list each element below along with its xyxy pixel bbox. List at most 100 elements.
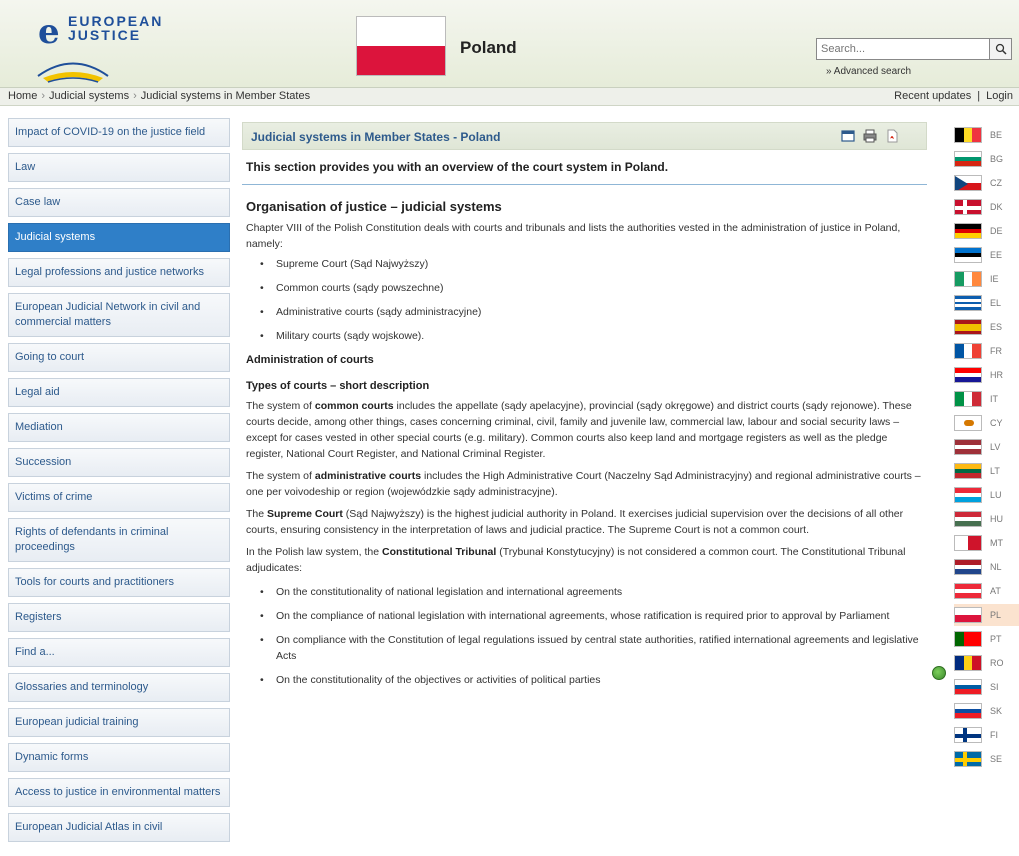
flag-item-bg[interactable]: BG [954,148,1019,170]
flag-mt-icon [954,535,982,551]
flag-code-label: CY [990,418,1003,428]
european-justice-logo[interactable]: e EUROPEAN JUSTICE [28,8,161,84]
flag-item-be[interactable]: BE [954,124,1019,146]
list-item: On compliance with the Constitution of l… [260,632,927,664]
breadcrumb-home[interactable]: Home [8,90,37,102]
sidebar-item-going-to-court[interactable]: Going to court [8,343,230,372]
flag-item-ee[interactable]: EE [954,244,1019,266]
logo-line2: JUSTICE [68,27,142,43]
breadcrumb-judicial-systems[interactable]: Judicial systems [49,90,129,102]
flag-code-label: PL [990,610,1002,620]
sidebar-item-dynamic-forms[interactable]: Dynamic forms [8,743,230,772]
current-country-marker-icon [932,666,946,680]
flag-item-nl[interactable]: NL [954,556,1019,578]
flag-ee-icon [954,247,982,263]
paragraph-constitutional-tribunal: In the Polish law system, the Constituti… [242,544,927,576]
sidebar-item-legal-aid[interactable]: Legal aid [8,378,230,407]
top-links: Recent updates | Login [894,90,1013,102]
flag-item-sk[interactable]: SK [954,700,1019,722]
flag-code-label: BE [990,130,1003,140]
flag-item-ie[interactable]: IE [954,268,1019,290]
flag-item-dk[interactable]: DK [954,196,1019,218]
flag-lu-icon [954,487,982,503]
tribunal-list: On the constitutionality of national leg… [242,584,927,688]
flag-code-label: MT [990,538,1003,548]
text-span: The system of [246,400,315,412]
flag-dk-icon [954,199,982,215]
flag-item-lv[interactable]: LV [954,436,1019,458]
flag-item-ro[interactable]: RO [954,652,1019,674]
sidebar-item-training[interactable]: European judicial training [8,708,230,737]
sidebar-item-defendants-rights[interactable]: Rights of defendants in criminal proceed… [8,518,230,562]
flag-si-icon [954,679,982,695]
sidebar-item-glossaries[interactable]: Glossaries and terminology [8,673,230,702]
flag-code-label: SE [990,754,1003,764]
sidebar-item-case-law[interactable]: Case law [8,188,230,217]
recent-updates-link[interactable]: Recent updates [894,90,971,102]
search-icon [995,43,1007,55]
flag-code-label: EE [990,250,1003,260]
sidebar-item-environment[interactable]: Access to justice in environmental matte… [8,778,230,807]
flag-item-si[interactable]: SI [954,676,1019,698]
flag-item-at[interactable]: AT [954,580,1019,602]
flag-item-el[interactable]: EL [954,292,1019,314]
poland-flag-banner [356,16,446,76]
courts-list: Supreme Court (Sąd Najwyższy) Common cou… [242,256,927,344]
flag-item-pt[interactable]: PT [954,628,1019,650]
flag-item-cy[interactable]: CY [954,412,1019,434]
sidebar-item-mediation[interactable]: Mediation [8,413,230,442]
flag-code-label: SI [990,682,999,692]
flag-item-lt[interactable]: LT [954,460,1019,482]
sidebar-item-registers[interactable]: Registers [8,603,230,632]
sidebar-item-find[interactable]: Find a... [8,638,230,667]
paragraph-common-courts: The system of common courts includes the… [242,398,927,462]
scales-icon [37,62,109,83]
login-link[interactable]: Login [986,90,1013,102]
text-span: In the Polish law system, the [246,546,382,558]
flag-item-lu[interactable]: LU [954,484,1019,506]
flag-fr-icon [954,343,982,359]
flag-item-hu[interactable]: HU [954,508,1019,530]
flag-de-icon [954,223,982,239]
advanced-search-link[interactable]: » Advanced search [826,66,911,77]
page-title: Judicial systems in Member States - Pola… [251,130,501,144]
flag-item-it[interactable]: IT [954,388,1019,410]
search-input[interactable] [819,40,983,58]
sidebar-item-judicial-systems[interactable]: Judicial systems [8,223,230,252]
country-title: Poland [460,38,517,57]
flag-item-se[interactable]: SE [954,748,1019,770]
sidebar-item-tools[interactable]: Tools for courts and practitioners [8,568,230,597]
sidebar-item-succession[interactable]: Succession [8,448,230,477]
print-icon[interactable] [863,129,877,143]
text-span: The system of [246,470,315,482]
flag-ie-icon [954,271,982,287]
flag-item-cz[interactable]: CZ [954,172,1019,194]
text-span: (Sąd Najwyższy) is the highest judicial … [246,508,904,536]
flag-item-de[interactable]: DE [954,220,1019,242]
search-button[interactable] [989,39,1011,59]
flag-item-hr[interactable]: HR [954,364,1019,386]
flag-item-es[interactable]: ES [954,316,1019,338]
bold-term: administrative courts [314,470,422,482]
bold-term: Supreme Court [267,508,343,520]
flag-code-label: HU [990,514,1003,524]
member-state-flags: BE BG CZ DK DE EE IE EL ES FR HR IT CY LV LT LU HU MT NL AT… [954,124,1019,772]
flag-es-icon [954,319,982,335]
flag-item-fr[interactable]: FR [954,340,1019,362]
content-header: Judicial systems in Member States - Pola… [242,122,927,150]
paragraph-administrative-courts: The system of administrative courts incl… [242,468,927,500]
sidebar-item-legal-professions[interactable]: Legal professions and justice networks [8,258,230,287]
flag-item-pl[interactable]: PL [954,604,1019,626]
sidebar-item-ejn[interactable]: European Judicial Network in civil and c… [8,293,230,337]
flag-item-fi[interactable]: FI [954,724,1019,746]
pdf-icon[interactable] [885,129,899,143]
sidebar-item-law[interactable]: Law [8,153,230,182]
sidebar-item-judicial-atlas[interactable]: European Judicial Atlas in civil [8,813,230,842]
sidebar-item-covid[interactable]: Impact of COVID-19 on the justice field [8,118,230,147]
flag-code-label: IE [990,274,999,284]
flag-code-label: ES [990,322,1003,332]
flag-item-mt[interactable]: MT [954,532,1019,554]
sidebar-item-victims[interactable]: Victims of crime [8,483,230,512]
breadcrumb-chevron-icon: › [41,90,46,102]
window-icon[interactable] [841,129,855,143]
